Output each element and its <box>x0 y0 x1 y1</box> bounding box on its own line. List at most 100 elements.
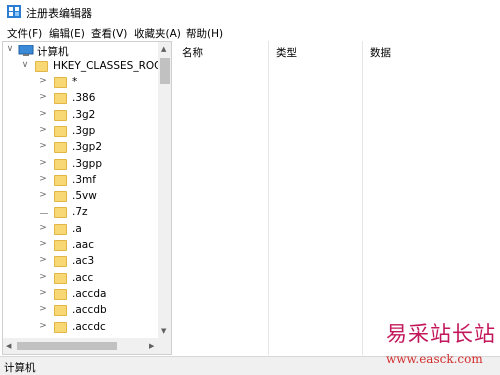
registry-tree[interactable]: ∨ 计算机 ∨ HKEY_CLASSES_ROOT > * > .386 > .3g2 >.… <box>2 41 172 355</box>
tree-item[interactable]: > .386 <box>3 91 158 107</box>
computer-icon <box>18 45 34 56</box>
tree-item-label: .3g2 <box>72 108 96 121</box>
tree-item[interactable]: > .3mf <box>3 173 158 189</box>
chevron-right-icon[interactable]: > <box>38 288 48 298</box>
folder-icon <box>54 305 67 317</box>
tree-item[interactable]: > .3g2 <box>3 108 158 124</box>
tree-item-label: 计算机 <box>37 46 69 58</box>
tree-item-hkcr[interactable]: ∨ HKEY_CLASSES_ROOT <box>3 59 169 75</box>
tree-item[interactable]: > .3gp <box>3 124 158 140</box>
chevron-right-icon[interactable]: > <box>38 255 48 265</box>
chevron-right-icon[interactable]: > <box>38 239 48 249</box>
chevron-right-icon[interactable]: > <box>38 223 48 233</box>
values-list[interactable]: 名称 类型 数据 <box>174 41 500 355</box>
folder-icon <box>54 174 67 186</box>
tree-item[interactable]: > .5vw <box>3 189 158 205</box>
chevron-right-icon[interactable]: > <box>38 76 48 86</box>
tree-item-label: .7z <box>72 206 88 219</box>
folder-icon <box>54 77 67 88</box>
tree-vertical-scrollbar[interactable]: ▲ ▼ <box>158 42 171 338</box>
tree-item-label: .accda <box>72 287 107 300</box>
tree-item[interactable]: > .3gpp <box>3 157 158 173</box>
folder-icon <box>54 142 67 154</box>
tree-item[interactable]: .7z <box>3 205 158 221</box>
tree-item-label: .a <box>72 222 82 235</box>
regedit-icon <box>7 5 21 18</box>
menu-bar: 文件(F) 编辑(E) 查看(V) 收藏夹(A) 帮助(H) <box>0 24 500 42</box>
tree-item[interactable]: > .accdc <box>3 320 158 336</box>
chevron-down-icon[interactable]: ∨ <box>20 60 30 70</box>
chevron-right-icon[interactable]: > <box>38 158 48 168</box>
chevron-down-icon[interactable]: ∨ <box>5 44 15 54</box>
column-divider[interactable] <box>362 41 363 355</box>
folder-icon <box>54 207 67 219</box>
scroll-up-icon[interactable]: ▲ <box>161 45 166 53</box>
folder-icon <box>54 191 67 203</box>
tree-item-label: .acc <box>72 271 94 284</box>
scroll-thumb[interactable] <box>17 342 117 350</box>
tree-line <box>40 213 48 215</box>
chevron-right-icon[interactable]: > <box>38 141 48 151</box>
window-title: 注册表编辑器 <box>26 7 92 20</box>
folder-icon <box>35 61 48 72</box>
tree-item[interactable]: > .acc <box>3 271 158 287</box>
watermark: 易采站长站 www.easck.com <box>380 318 500 375</box>
column-header-data[interactable]: 数据 <box>370 45 391 60</box>
chevron-right-icon[interactable]: > <box>38 125 48 135</box>
tree-item-label: .accdc <box>72 320 106 333</box>
tree-item-label: .386 <box>72 92 96 105</box>
tree-item-label: .aac <box>72 239 94 251</box>
folder-icon <box>54 288 67 300</box>
folder-icon <box>54 240 67 251</box>
tree-item[interactable]: > .aac <box>3 238 158 254</box>
tree-item-computer[interactable]: ∨ 计算机 <box>3 43 158 59</box>
chevron-right-icon[interactable]: > <box>38 109 48 119</box>
chevron-right-icon[interactable]: > <box>38 92 48 102</box>
scroll-thumb[interactable] <box>160 58 170 84</box>
tree-item-label: .5vw <box>72 190 97 203</box>
tree-item[interactable]: > .a <box>3 222 158 238</box>
column-divider[interactable] <box>268 41 269 355</box>
tree-item-label: .ac3 <box>72 255 95 268</box>
folder-icon <box>54 125 67 137</box>
tree-item-label: .accdb <box>72 304 107 317</box>
tree-item-label: .3gp <box>72 124 96 137</box>
tree-item[interactable]: > .3gp2 <box>3 140 158 156</box>
tree-item-label: * <box>72 76 78 88</box>
chevron-right-icon[interactable]: > <box>38 190 48 200</box>
watermark-text: 易采站长站 <box>386 322 496 346</box>
folder-icon <box>54 256 67 268</box>
scroll-left-icon[interactable]: ◀ <box>6 342 11 350</box>
folder-icon <box>54 321 67 333</box>
title-bar: 注册表编辑器 <box>0 0 500 24</box>
chevron-right-icon[interactable]: > <box>38 321 48 331</box>
menu-favorites[interactable]: 收藏夹(A) <box>134 26 181 41</box>
chevron-right-icon[interactable]: > <box>38 304 48 314</box>
watermark-url: www.easck.com <box>386 352 483 366</box>
tree-item-label: .3gpp <box>72 157 103 170</box>
tree-horizontal-scrollbar[interactable]: ◀ ▶ <box>3 338 171 354</box>
folder-icon <box>54 93 67 105</box>
tree-item[interactable]: > .accdb <box>3 303 158 319</box>
folder-icon <box>54 109 67 121</box>
folder-icon <box>54 272 67 284</box>
scroll-right-icon[interactable]: ▶ <box>149 342 154 350</box>
menu-view[interactable]: 查看(V) <box>91 26 127 41</box>
tree-item-label: .3mf <box>72 173 96 186</box>
tree-item[interactable]: > .ac3 <box>3 254 158 270</box>
tree-item[interactable]: > * <box>3 75 158 91</box>
tree-item-label: .3gp2 <box>72 141 103 154</box>
menu-help[interactable]: 帮助(H) <box>186 26 223 41</box>
chevron-right-icon[interactable]: > <box>38 174 48 184</box>
chevron-right-icon[interactable]: > <box>38 272 48 282</box>
status-path: 计算机 <box>4 362 36 374</box>
folder-icon <box>54 158 67 170</box>
scroll-down-icon[interactable]: ▼ <box>161 327 166 335</box>
tree-item[interactable]: > .accda <box>3 287 158 303</box>
tree-item-label: HKEY_CLASSES_ROOT <box>53 60 169 72</box>
column-header-type[interactable]: 类型 <box>276 45 297 60</box>
column-header-name[interactable]: 名称 <box>182 45 203 60</box>
folder-icon <box>54 223 67 235</box>
menu-edit[interactable]: 编辑(E) <box>49 26 85 41</box>
menu-file[interactable]: 文件(F) <box>7 26 42 41</box>
